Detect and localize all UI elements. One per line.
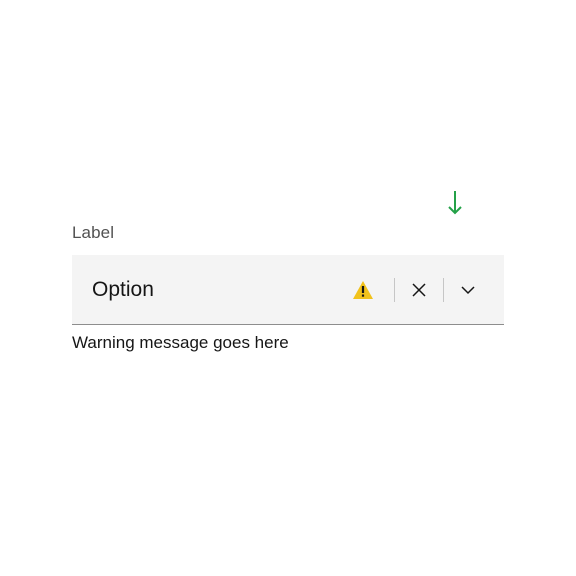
arrow-down-icon: [446, 189, 464, 222]
divider: [394, 278, 395, 302]
dropdown-toggle[interactable]: [452, 274, 484, 306]
clear-button[interactable]: [403, 274, 435, 306]
combobox-field: Label Option: [72, 223, 504, 353]
combobox-input[interactable]: Option: [72, 255, 504, 325]
field-label: Label: [72, 223, 114, 243]
divider: [443, 278, 444, 302]
helper-text: Warning message goes here: [72, 333, 504, 353]
warning-icon: [352, 279, 374, 301]
combobox-value: Option: [92, 278, 352, 302]
